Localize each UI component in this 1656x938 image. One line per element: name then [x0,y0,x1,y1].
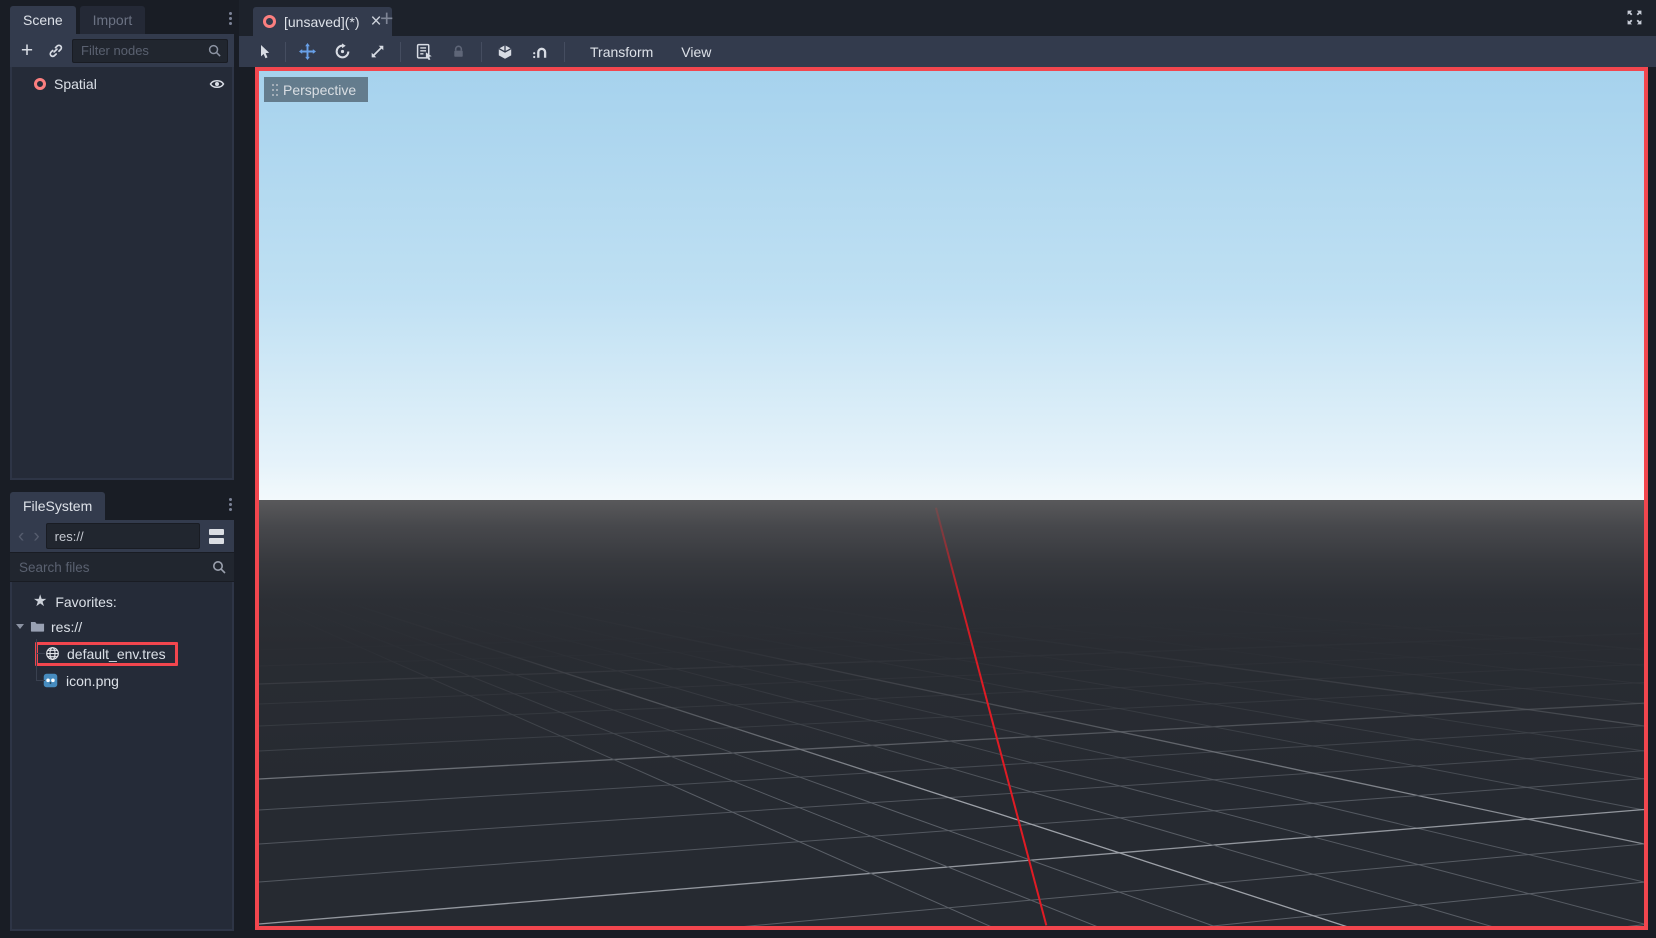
node-label: Spatial [54,76,97,92]
move-tool-button[interactable] [294,39,320,65]
scene-dock-tabbar: Scene Import [10,6,234,34]
scale-icon [370,44,385,59]
filter-nodes-input[interactable] [73,40,227,62]
cursor-icon [256,44,272,60]
file-label: default_env.tres [67,646,166,662]
visibility-eye-icon[interactable] [209,76,225,92]
rotate-icon [334,43,351,60]
split-mode-toggle-icon[interactable] [203,524,229,548]
scale-tool-button[interactable] [364,39,390,65]
list-select-button[interactable] [411,39,437,65]
favorites-label: Favorites: [55,594,116,610]
select-tool-button[interactable] [251,39,277,65]
filesystem-dock-tabbar: FileSystem [10,492,234,520]
list-select-icon [416,43,433,60]
filesystem-dock: FileSystem ‹ › ★ Favorites: [10,492,234,931]
filesystem-dock-menu-icon[interactable] [229,498,232,501]
magnet-icon [532,44,548,60]
scene-tree: Spatial [10,67,234,480]
star-icon: ★ [33,594,47,610]
spatial-editor-toolbar: Transform View [239,36,1656,67]
scene-dock-menu-icon[interactable] [229,12,232,15]
link-icon [48,43,63,58]
scene-tab-label: [unsaved](*) [284,14,359,30]
annotation-box-viewport: Perspective [255,67,1648,930]
nav-back-button[interactable]: ‹ [15,527,27,546]
spatial-node-icon [263,15,276,28]
annotation-box-default-env: default_env.tres [35,642,178,666]
cube-icon [497,44,513,60]
filesystem-dock-body: ‹ › ★ Favorites: res:// [10,520,234,931]
transform-menu[interactable]: Transform [576,44,667,60]
nav-forward-button[interactable]: › [30,527,42,546]
tab-filesystem[interactable]: FileSystem [10,492,105,520]
rotate-tool-button[interactable] [329,39,355,65]
tree-guide [36,680,45,681]
snap-toggle-button[interactable] [527,39,553,65]
view-menu[interactable]: View [667,44,725,60]
lock-selected-button[interactable] [445,39,471,65]
move-icon [299,43,316,60]
filter-nodes-input-wrap [72,39,228,63]
local-space-button[interactable] [492,39,518,65]
viewport-ground [259,500,1644,926]
favorites-row[interactable]: ★ Favorites: [12,589,232,614]
search-icon [211,559,227,575]
path-field-wrap [46,523,200,549]
tree-guide [36,653,45,654]
new-scene-tab-button[interactable]: + [380,5,393,32]
expand-viewport-icon[interactable] [1626,9,1643,26]
scene-tree-row-spatial[interactable]: Spatial [12,71,232,97]
path-field[interactable] [47,524,199,548]
viewport-sky [259,71,1644,500]
tree-guide [36,639,37,681]
drag-handle-icon [272,84,274,86]
file-row-default-env[interactable]: default_env.tres [12,639,232,668]
lock-icon [451,44,466,59]
perspective-menu[interactable]: Perspective [264,77,368,102]
tab-scene[interactable]: Scene [10,6,76,34]
res-root-row[interactable]: res:// [12,614,232,639]
scene-dock: Scene Import + Spatial [10,6,234,482]
search-icon [207,43,222,58]
image-file-icon [43,673,58,688]
filesystem-nav: ‹ › [10,520,234,552]
folder-icon [30,619,45,634]
environment-globe-icon [45,646,60,661]
tab-import[interactable]: Import [80,6,146,34]
scene-tab-unsaved[interactable]: [unsaved](*) × [253,7,392,36]
file-label: icon.png [66,673,119,689]
perspective-label: Perspective [283,82,356,98]
instance-scene-button[interactable] [44,38,66,64]
file-row-icon-png[interactable]: icon.png [12,668,232,693]
search-files-input[interactable] [10,553,234,581]
add-node-button[interactable]: + [16,38,38,64]
filesystem-tree: ★ Favorites: res:// default_env.tres [10,582,234,931]
scene-tab-bar: [unsaved](*) × + [239,0,1656,36]
godot-editor-window: { "scene_dock": { "tabs": { "scene": "Sc… [0,0,1656,938]
res-root-label: res:// [51,619,82,635]
viewport-3d[interactable]: Perspective [259,71,1644,926]
spatial-node-icon [34,78,46,90]
scene-dock-toolbar: + [10,34,234,67]
collapse-arrow-icon[interactable] [16,624,24,629]
search-files-wrap [10,552,234,582]
